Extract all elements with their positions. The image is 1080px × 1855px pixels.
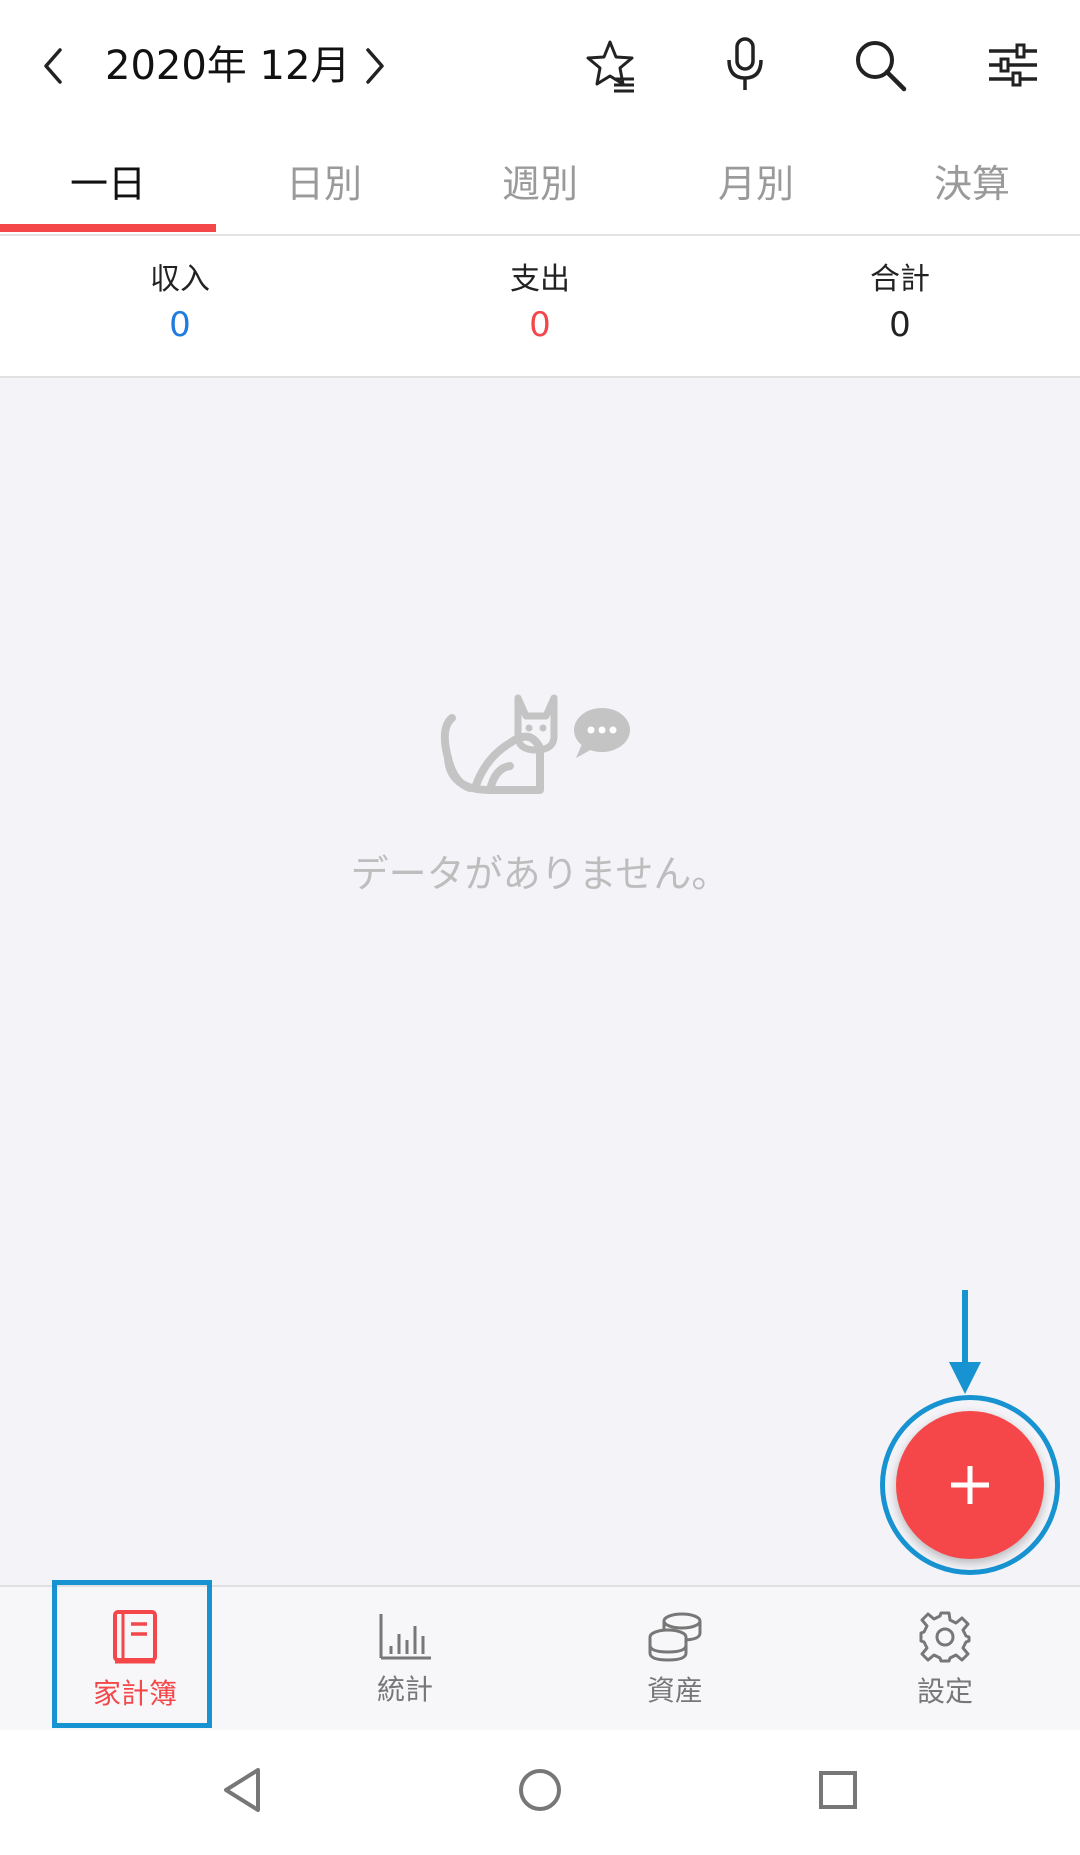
month-title[interactable]: 2020年 12月 (105, 36, 350, 96)
total-label: 合計 (870, 262, 930, 297)
nav-assets[interactable]: 資産 (540, 1587, 810, 1732)
filter-button[interactable] (978, 30, 1048, 100)
nav-highlight-box (52, 1580, 212, 1728)
bookmark-button[interactable] (575, 30, 645, 100)
chevron-right-icon (366, 48, 384, 84)
nav-statistics[interactable]: 統計 (270, 1587, 540, 1732)
system-nav-bar (0, 1730, 1080, 1855)
coins-icon (648, 1612, 702, 1662)
filter-sliders-icon (989, 43, 1037, 87)
chevron-left-icon (44, 48, 62, 84)
search-button[interactable] (845, 30, 915, 100)
bookmark-star-icon (586, 40, 634, 93)
period-tabs: 一日 日別 週別 月別 決算 (0, 130, 1080, 236)
empty-state (0, 688, 1080, 822)
system-recents-button[interactable] (808, 1760, 868, 1820)
add-transaction-button[interactable] (880, 1395, 1060, 1575)
nav-label: 資産 (646, 1673, 703, 1707)
tab-label: 週別 (501, 161, 578, 206)
tab-label: 一日 (69, 161, 146, 206)
microphone-icon (727, 37, 763, 90)
income-label: 収入 (150, 262, 210, 297)
recents-square-icon (819, 1771, 857, 1809)
income-value: 0 (169, 305, 191, 345)
prev-month-button[interactable] (28, 36, 78, 96)
active-tab-indicator (0, 224, 216, 232)
system-back-button[interactable] (212, 1760, 272, 1820)
tab-label: 月別 (717, 161, 794, 206)
fab-inner (896, 1411, 1044, 1559)
nav-settings[interactable]: 設定 (810, 1587, 1080, 1732)
income-summary: 収入 0 (30, 260, 330, 350)
gear-icon (919, 1611, 971, 1662)
app-header: 2020年 12月 (0, 0, 1080, 130)
expense-summary: 支出 0 (390, 260, 690, 350)
nav-label: 統計 (376, 1672, 433, 1706)
next-month-button[interactable] (350, 36, 400, 96)
expense-label: 支出 (510, 262, 570, 297)
system-home-button[interactable] (510, 1760, 570, 1820)
voice-input-button[interactable] (710, 30, 780, 100)
back-triangle-icon (224, 1768, 260, 1812)
total-summary: 合計 0 (750, 260, 1050, 350)
nav-label: 設定 (916, 1674, 973, 1708)
tab-monthly[interactable]: 月別 (648, 130, 864, 230)
empty-message: データがありません。 (350, 852, 730, 896)
bar-chart-icon (379, 1613, 431, 1659)
search-icon (856, 41, 907, 92)
plus-icon (951, 1466, 989, 1504)
tab-weekly[interactable]: 週別 (432, 130, 648, 230)
tab-daily-one[interactable]: 一日 (0, 130, 216, 232)
cat-chat-icon (440, 694, 630, 794)
tab-label: 日別 (285, 161, 362, 206)
transaction-list: データがありません。 (0, 378, 1080, 1585)
tab-label: 決算 (933, 161, 1010, 206)
home-circle-icon (519, 1769, 561, 1811)
tab-daily[interactable]: 日別 (216, 130, 432, 230)
expense-value: 0 (529, 305, 551, 345)
total-value: 0 (889, 305, 911, 345)
summary-bar: 収入 0 支出 0 合計 0 (0, 236, 1080, 378)
tab-settlement[interactable]: 決算 (864, 130, 1080, 230)
annotation-arrow-icon (949, 1290, 981, 1394)
